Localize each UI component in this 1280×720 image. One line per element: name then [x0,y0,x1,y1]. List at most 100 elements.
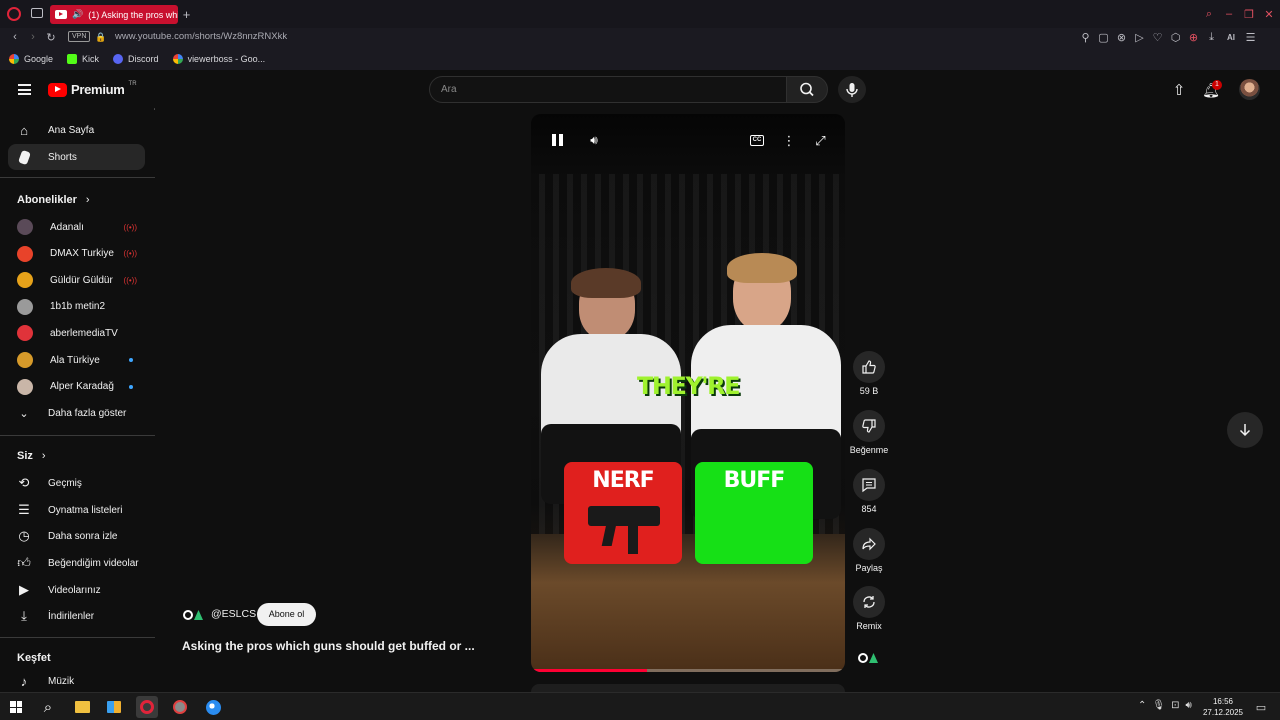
adblock-icon[interactable]: ⊗ [1116,31,1127,44]
dislike-button[interactable] [853,410,885,442]
channel-avatar[interactable] [183,608,205,622]
google-icon [9,54,19,64]
fullscreen-icon[interactable]: ⤢ [813,133,828,148]
collapse-chevron-icon[interactable]: ⌃ [151,106,155,116]
speaker-tray-icon[interactable]: 🔊︎ [1185,700,1191,711]
sidebar-subscription-item[interactable]: Ala Türkiye [8,347,145,373]
sound-channel-avatar[interactable] [858,651,880,665]
lock-icon[interactable]: 🔒 [95,30,106,44]
app-taskbar-icon[interactable] [169,696,191,718]
account-avatar[interactable] [1239,79,1260,100]
channel-name[interactable]: @ESLCS [211,608,256,620]
tab-title: (1) Asking the pros whic [88,9,178,20]
youtube-page: Premium TR Ara ⇧ 🔔︎ 1 ⌃ ⌂ Ana Sayfa Shor… [0,70,1280,694]
subscribe-button[interactable]: Abone ol [257,603,316,626]
like-icon: 👍︎ [17,555,31,570]
sidebar-subscription-item[interactable]: aberlemediaTV [8,320,145,346]
sidebar-subscription-item[interactable]: Adanalı ((•)) [8,214,145,240]
search-input[interactable]: Ara [429,76,787,103]
clock[interactable]: 16:56 27.12.2025 [1198,696,1248,718]
you-heading[interactable]: Siz › [17,450,46,462]
more-options-icon[interactable]: ⋮ [783,133,796,148]
sidebar-item-liked-videos[interactable]: 👍︎ Beğendiğim videolar [8,550,145,576]
file-explorer-icon[interactable] [71,696,93,718]
sidebar-item-music[interactable]: ♪ Müzik [8,668,145,692]
store-icon[interactable] [103,696,125,718]
sidebar-subscription-item[interactable]: 1b1b metin2 [8,294,145,320]
captions-button[interactable]: CC [750,135,764,146]
forward-icon[interactable]: › [27,30,39,44]
sidebar-subscription-item[interactable]: Güldür Güldür ((•)) [8,267,145,293]
short-video-player[interactable]: THEY'RE NERF BUFF 🔊︎ CC ⋮ ⤢ [531,114,845,672]
comments-button[interactable] [853,469,885,501]
dislike-action[interactable]: Beğenme [849,410,889,455]
bookmark-discord[interactable]: Discord [113,54,159,64]
remix-button[interactable] [853,586,885,618]
history-icon: ⟲ [18,475,30,490]
mic-icon[interactable]: 🎙︎ [1152,700,1165,711]
like-button[interactable] [853,351,885,383]
share-button[interactable] [853,528,885,560]
like-action[interactable]: 59 B [849,351,889,396]
short-title[interactable]: Asking the pros which guns should get bu… [182,639,475,653]
new-tab-button[interactable]: + [180,7,193,22]
heart-icon[interactable]: ♡ [1152,31,1163,44]
opera-taskbar-icon[interactable] [136,696,158,718]
close-icon[interactable]: ✕ [1263,8,1275,21]
clock-time: 16:56 [1212,697,1234,706]
music-icon: ♪ [20,673,28,689]
sidebar-item-playlists[interactable]: ☰ Oynatma listeleri [8,497,145,523]
subscription-label: 1b1b metin2 [50,301,106,313]
browser-taskbar-icon[interactable] [202,696,224,718]
bookmark-viewerboss[interactable]: viewerboss - Goo... [172,54,265,64]
windows-start-icon[interactable] [5,696,27,718]
url-field[interactable]: www.youtube.com/shorts/Wz8nnzRNXkk [115,31,287,42]
bookmark-google[interactable]: Google [9,54,53,64]
next-short-button[interactable] [1227,412,1263,448]
live-indicator-icon: ((•)) [123,275,137,285]
progress-track[interactable] [531,669,845,672]
wallet-icon[interactable]: ⊕ [1188,31,1199,44]
sidebar-item-watch-later[interactable]: ◷ Daha sonra izle [8,523,145,549]
vpn-badge[interactable]: VPN [68,31,91,42]
arrow-down-icon [1239,424,1251,437]
opera-logo-icon[interactable] [7,7,21,21]
volume-icon[interactable]: 🔊︎ [586,132,602,148]
bookmark-kick[interactable]: Kick [67,54,99,64]
remix-action[interactable]: Remix [849,586,889,631]
sidebar-subscription-item[interactable]: DMAX Turkiye ((•)) [8,241,145,267]
speaker-icon[interactable]: 🔊 [72,9,83,20]
network-icon[interactable]: ⊡ [1171,700,1179,711]
show-more-button[interactable]: ⌄ Daha fazla göster [8,400,145,426]
sidebar-item-shorts[interactable]: Shorts [8,144,145,170]
sidebar-item-downloads[interactable]: ⤓ İndirilenler [8,603,145,629]
player-icon[interactable]: ▷ [1134,31,1145,44]
tray-chevron-icon[interactable]: ⌃ [1138,700,1146,711]
share-action[interactable]: Paylaş [849,528,889,573]
sidebar-item-history[interactable]: ⟲ Geçmiş [8,470,145,496]
sidebar-item-home[interactable]: ⌂ Ana Sayfa [8,117,145,143]
pin-icon[interactable]: ⚲ [1080,31,1091,44]
tab-manager-icon[interactable] [31,8,43,18]
search-tabs-icon[interactable]: ⌕ [1203,8,1215,20]
minimize-icon[interactable]: – [1223,8,1235,20]
search-icon[interactable]: ⌕ [37,696,59,718]
downloads-icon[interactable]: ⤓ [1206,31,1217,44]
upload-icon[interactable]: ⇧ [1170,81,1188,99]
subscriptions-heading[interactable]: Abonelikler › [17,194,90,206]
back-icon[interactable]: ‹ [9,30,21,44]
pause-button[interactable] [552,134,564,147]
easy-setup-icon[interactable]: ☰ [1245,31,1256,44]
voice-search-button[interactable] [838,76,866,103]
reload-icon[interactable]: ↻ [45,30,57,44]
maximize-icon[interactable]: ❐ [1243,8,1255,21]
extensions-icon[interactable]: ⬡ [1170,31,1181,44]
sidebar-item-your-videos[interactable]: ▶ Videolarınız [8,577,145,603]
ai-icon[interactable]: AI [1224,33,1238,42]
sidebar-subscription-item[interactable]: Alper Karadağ [8,374,145,400]
notification-center-icon[interactable]: ▭ [1250,696,1272,718]
active-tab[interactable]: 🔊 (1) Asking the pros whic [50,5,178,24]
comments-action[interactable]: 854 [849,469,889,514]
snapshot-icon[interactable]: ▢ [1098,31,1109,44]
search-button[interactable] [786,76,828,103]
